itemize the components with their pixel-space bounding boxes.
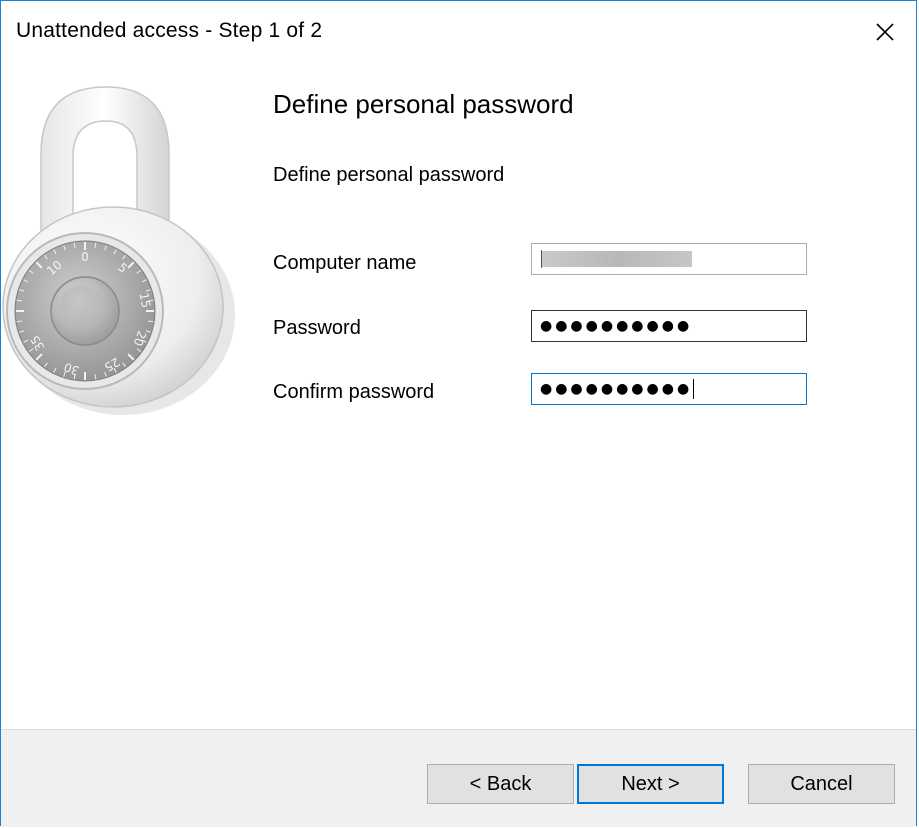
password-value: ●●●●●●●●●● <box>540 318 693 334</box>
page-description: Define personal password <box>273 164 505 186</box>
confirm-password-label: Confirm password <box>273 381 435 403</box>
dialog-window: Unattended access - Step 1 of 2 0 5 10 1… <box>0 0 917 827</box>
cancel-button[interactable]: Cancel <box>748 764 895 804</box>
redacted-value <box>542 251 692 267</box>
title-bar: Unattended access - Step 1 of 2 <box>1 1 916 63</box>
window-title: Unattended access - Step 1 of 2 <box>16 19 323 42</box>
page-heading: Define personal password <box>273 89 574 119</box>
confirm-password-field[interactable]: ●●●●●●●●●● <box>531 373 807 405</box>
computer-name-field[interactable] <box>531 243 807 275</box>
password-label: Password <box>273 317 361 339</box>
text-cursor <box>693 379 695 399</box>
close-icon <box>876 23 894 41</box>
combination-padlock-icon: 0 5 10 15 20 25 30 35 <box>2 86 235 415</box>
dial-number: 15 <box>137 292 153 309</box>
dial-number: 0 <box>81 250 89 264</box>
computer-name-label: Computer name <box>273 252 417 274</box>
back-button[interactable]: < Back <box>427 764 574 804</box>
password-field[interactable]: ●●●●●●●●●● <box>531 310 807 342</box>
next-button[interactable]: Next > <box>577 764 724 804</box>
button-bar: < Back Next > Cancel <box>1 729 916 827</box>
confirm-password-value: ●●●●●●●●●● <box>540 381 693 397</box>
close-button[interactable] <box>854 1 916 63</box>
